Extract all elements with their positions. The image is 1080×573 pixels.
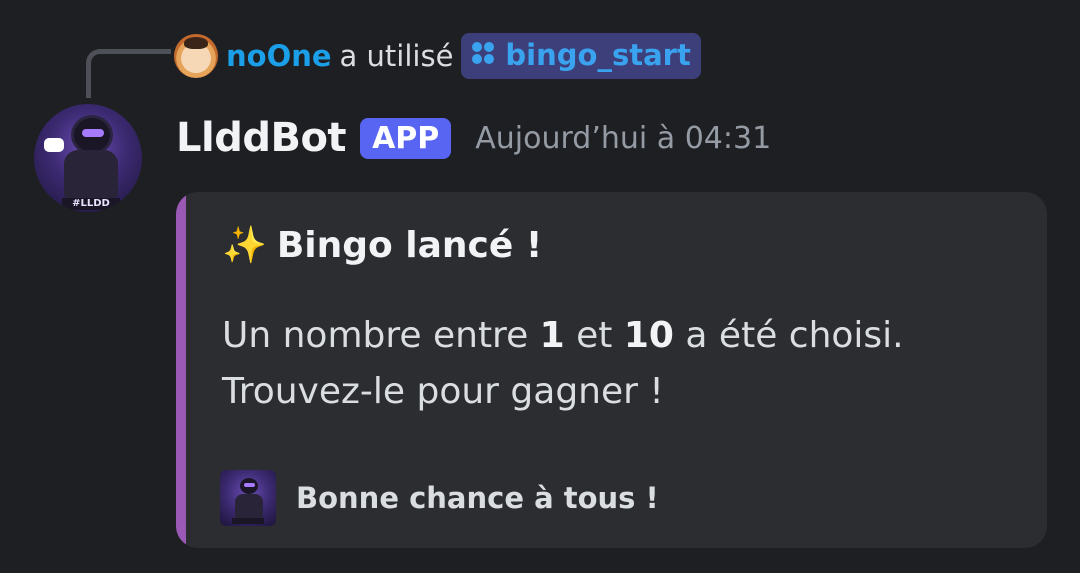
app-badge: APP	[360, 117, 452, 159]
slash-command-icon	[469, 39, 497, 72]
reply-connector-line	[86, 49, 171, 98]
message-header: LlddBot APP Aujourd’hui à 04:31	[176, 108, 771, 168]
embed-description-line-1: Un nombre entre 1 et 10 a été choisi.	[222, 308, 1022, 364]
embed-title-text: Bingo lancé !	[276, 224, 543, 266]
bot-avatar[interactable]: #LLDD	[34, 104, 142, 212]
embed-description-line-2: Trouvez-le pour gagner !	[222, 371, 664, 412]
avatar-label: #LLDD	[62, 198, 120, 210]
author-name[interactable]: LlddBot	[176, 115, 347, 161]
reply-reference[interactable]: noOne a utilisé bingo_start	[174, 30, 701, 82]
embed-description: Un nombre entre 1 et 10 a été choisi. Tr…	[222, 308, 1022, 420]
robot-visor	[82, 129, 104, 137]
embed-footer-text: Bonne chance à tous !	[296, 481, 659, 515]
message-embed: ✨ Bingo lancé ! Un nombre entre 1 et 10 …	[176, 192, 1047, 548]
reply-user-avatar[interactable]	[174, 34, 218, 78]
embed-footer: Bonne chance à tous !	[220, 470, 659, 526]
robot-body	[64, 150, 118, 198]
desc-number-1: 1	[539, 315, 565, 356]
sparkles-icon: ✨	[222, 225, 267, 266]
desc-suffix: a été choisi.	[673, 315, 904, 356]
footer-icon	[220, 470, 276, 526]
discord-logo-icon	[44, 138, 64, 152]
desc-mid: et	[564, 315, 624, 356]
reply-username[interactable]: noOne	[226, 39, 332, 73]
desc-prefix: Un nombre entre	[222, 315, 540, 356]
slash-command-pill[interactable]: bingo_start	[461, 33, 701, 79]
message-timestamp[interactable]: Aujourd’hui à 04:31	[475, 121, 771, 156]
slash-command-name[interactable]: bingo_start	[505, 38, 690, 72]
embed-title: ✨ Bingo lancé !	[222, 224, 543, 267]
embed-accent-bar	[176, 192, 186, 548]
desc-number-2: 10	[623, 315, 674, 356]
reply-action-text: a utilisé	[339, 39, 454, 73]
